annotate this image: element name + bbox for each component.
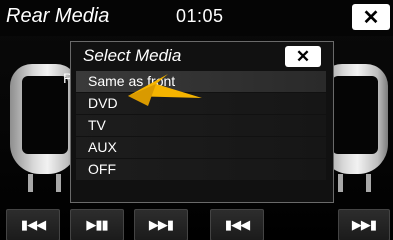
top-bar: Rear Media 01:05 ✕ bbox=[0, 0, 393, 36]
dialog-title: Select Media bbox=[83, 46, 182, 65]
previous-track-icon: ▮◀◀ bbox=[20, 217, 46, 232]
previous-track-button[interactable]: ▮◀◀ bbox=[6, 209, 60, 240]
dialog-close-button[interactable]: ✕ bbox=[285, 46, 321, 67]
option-aux[interactable]: AUX bbox=[76, 137, 326, 158]
previous-track-button-2[interactable]: ▮◀◀ bbox=[210, 209, 264, 240]
play-pause-button[interactable]: ▶▮▮ bbox=[70, 209, 124, 240]
next-track-icon: ▶▶▮ bbox=[148, 217, 174, 232]
select-media-dialog: Select Media ✕ Same as front DVD TV AUX … bbox=[70, 41, 334, 203]
previous-track-icon: ▮◀◀ bbox=[224, 217, 250, 232]
clock: 01:05 bbox=[176, 6, 224, 26]
next-track-icon: ▶▶▮ bbox=[351, 217, 377, 232]
pointer-arrow-icon bbox=[128, 74, 202, 106]
play-pause-icon: ▶▮▮ bbox=[86, 217, 108, 232]
rear-media-screen: Rear Media 01:05 ✕ Pl Select Media ✕ Sam… bbox=[0, 0, 393, 240]
option-tv[interactable]: TV bbox=[76, 115, 326, 136]
next-track-button-2[interactable]: ▶▶▮ bbox=[338, 209, 390, 240]
close-icon: ✕ bbox=[362, 6, 380, 29]
next-track-button[interactable]: ▶▶▮ bbox=[134, 209, 188, 240]
close-button[interactable]: ✕ bbox=[352, 4, 390, 30]
page-title: Rear Media bbox=[6, 5, 110, 27]
close-icon: ✕ bbox=[295, 46, 311, 66]
option-off[interactable]: OFF bbox=[76, 159, 326, 180]
